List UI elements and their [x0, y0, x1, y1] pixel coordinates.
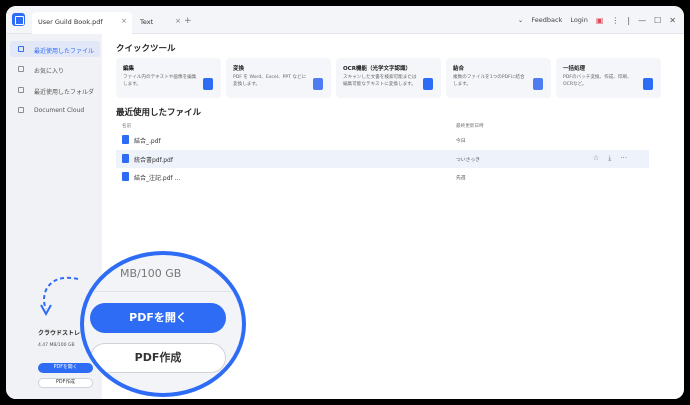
- cloud-storage-size: 4.47 MB/100 GB: [38, 343, 75, 348]
- login-link[interactable]: Login: [570, 16, 588, 24]
- ocr-icon: [423, 78, 433, 90]
- star-icon[interactable]: ☆: [593, 154, 599, 163]
- batch-icon: [643, 78, 653, 90]
- maximize-icon[interactable]: ☐: [654, 16, 661, 25]
- app-window: User Guild Book.pdf × Text × + ⌄ Feedbac…: [6, 6, 684, 399]
- card-title: 結合: [453, 66, 465, 72]
- card-title: 編集: [123, 66, 135, 72]
- tool-card-batch[interactable]: 一括処理 PDFのバッチ変換、作成、印刷、OCRなど。: [556, 58, 661, 98]
- zoom-create-pdf-button[interactable]: PDF作成: [90, 343, 226, 373]
- quick-tools-title: クイックツール: [116, 44, 176, 54]
- card-description: PDF を Word、Excel、PPT などに変換します。: [233, 75, 307, 87]
- divider: [84, 291, 242, 292]
- tool-card-ocr[interactable]: OCR機能（光学文字認識） スキャンした文書を検索可能または編集可能なテキストに…: [336, 58, 441, 98]
- zoom-callout: MB/100 GB PDFを開く PDF作成: [80, 251, 246, 397]
- convert-icon: [313, 78, 323, 90]
- more-icon[interactable]: ⋮: [611, 16, 619, 25]
- card-title: 一括処理: [563, 66, 586, 72]
- zoom-open-pdf-button[interactable]: PDFを開く: [90, 303, 226, 333]
- feedback-link[interactable]: Feedback: [531, 16, 562, 24]
- recent-files-title: 最近使用したファイル: [116, 108, 202, 118]
- column-header-name: 名前: [122, 124, 132, 129]
- file-name: 統合書pdf.pdf: [134, 157, 173, 164]
- pdf-file-icon: [122, 135, 129, 144]
- file-row[interactable]: 結合_注記.pdf ... 先週: [116, 168, 649, 186]
- more-icon[interactable]: ···: [620, 154, 627, 163]
- pdf-file-icon: [122, 154, 129, 163]
- file-date: 今日: [456, 139, 466, 144]
- zoom-storage-size: MB/100 GB: [120, 267, 182, 280]
- tool-card-edit[interactable]: 編集 ファイル内のテキストや画像を編集します。: [116, 58, 221, 98]
- file-row[interactable]: 結合_.pdf 今日: [116, 131, 649, 149]
- separator: |: [627, 15, 631, 25]
- column-header-date: 最終更新日時: [456, 124, 484, 129]
- card-description: ファイル内のテキストや画像を編集します。: [123, 75, 197, 87]
- file-name: 結合_.pdf: [134, 138, 161, 145]
- edit-icon: [203, 78, 213, 90]
- file-date: 先週: [456, 176, 466, 181]
- tab-text[interactable]: Text ×: [134, 12, 186, 34]
- notification-icon[interactable]: ▣: [596, 16, 604, 25]
- close-window-icon[interactable]: ✕: [669, 16, 676, 25]
- close-icon[interactable]: ×: [175, 17, 181, 25]
- dashed-arrow-icon: [40, 276, 79, 317]
- download-icon[interactable]: ⤓: [608, 154, 611, 163]
- open-pdf-button[interactable]: PDFを開く: [38, 363, 93, 373]
- card-description: 複数のファイルを1つのPDFに結合します。: [453, 75, 525, 87]
- card-description: スキャンした文書を検索可能または編集可能なテキストに変換します。: [343, 75, 417, 87]
- title-bar: User Guild Book.pdf × Text × + ⌄ Feedbac…: [6, 6, 684, 34]
- create-pdf-button[interactable]: PDF作成: [38, 378, 93, 388]
- titlebar-actions: ⌄ Feedback Login ▣ ⋮ | — ☐ ✕: [518, 14, 676, 26]
- chevron-down-icon[interactable]: ⌄: [518, 16, 523, 24]
- card-title: 変換: [233, 66, 245, 72]
- row-actions: ☆ ⤓ ···: [593, 154, 627, 163]
- close-icon[interactable]: ×: [121, 17, 127, 25]
- tool-card-convert[interactable]: 変換 PDF を Word、Excel、PPT などに変換します。: [226, 58, 331, 98]
- card-title: OCR機能（光学文字認識）: [343, 66, 411, 72]
- file-row[interactable]: 統合書pdf.pdf ついさっき ☆ ⤓ ···: [116, 150, 649, 168]
- card-description: PDFのバッチ変換、作成、印刷、OCRなど。: [563, 75, 632, 87]
- pdf-file-icon: [122, 172, 129, 181]
- file-name: 結合_注記.pdf ...: [134, 175, 181, 182]
- new-tab-button[interactable]: +: [184, 16, 192, 26]
- tab-label: Text: [140, 18, 154, 26]
- file-date: ついさっき: [456, 158, 480, 163]
- combine-icon: [533, 78, 543, 90]
- minimize-icon[interactable]: —: [638, 16, 646, 25]
- tool-card-combine[interactable]: 結合 複数のファイルを1つのPDFに結合します。: [446, 58, 551, 98]
